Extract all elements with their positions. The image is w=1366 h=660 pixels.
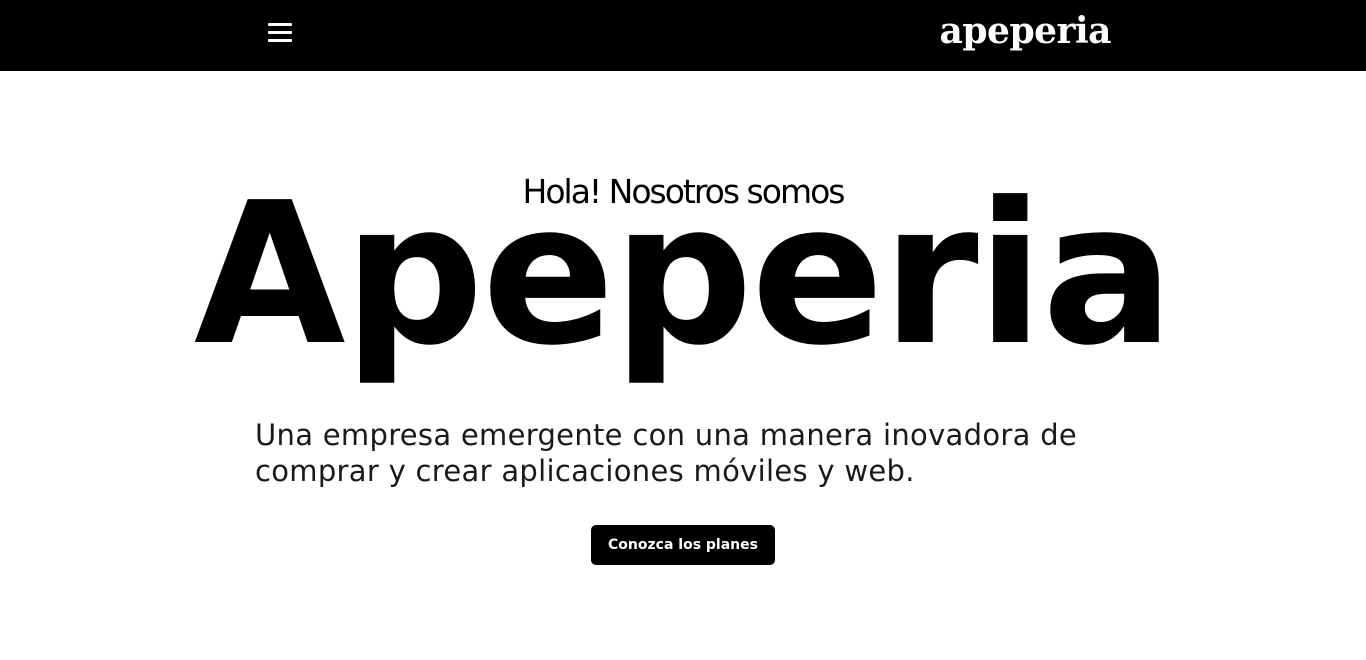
hero-tagline: Una empresa emergente con una manera ino…: [255, 418, 1078, 488]
menu-bar-bottom: [268, 39, 292, 42]
hamburger-menu-icon[interactable]: [262, 17, 298, 49]
hero-greeting: Hola! Nosotros somos: [522, 172, 846, 211]
menu-bar-middle: [268, 31, 292, 34]
top-navbar: apeperia: [0, 0, 1366, 71]
menu-bar-top: [268, 23, 292, 26]
brand-logo-link[interactable]: apeperia: [940, 8, 1112, 54]
view-plans-button[interactable]: Conozca los planes: [591, 525, 775, 565]
